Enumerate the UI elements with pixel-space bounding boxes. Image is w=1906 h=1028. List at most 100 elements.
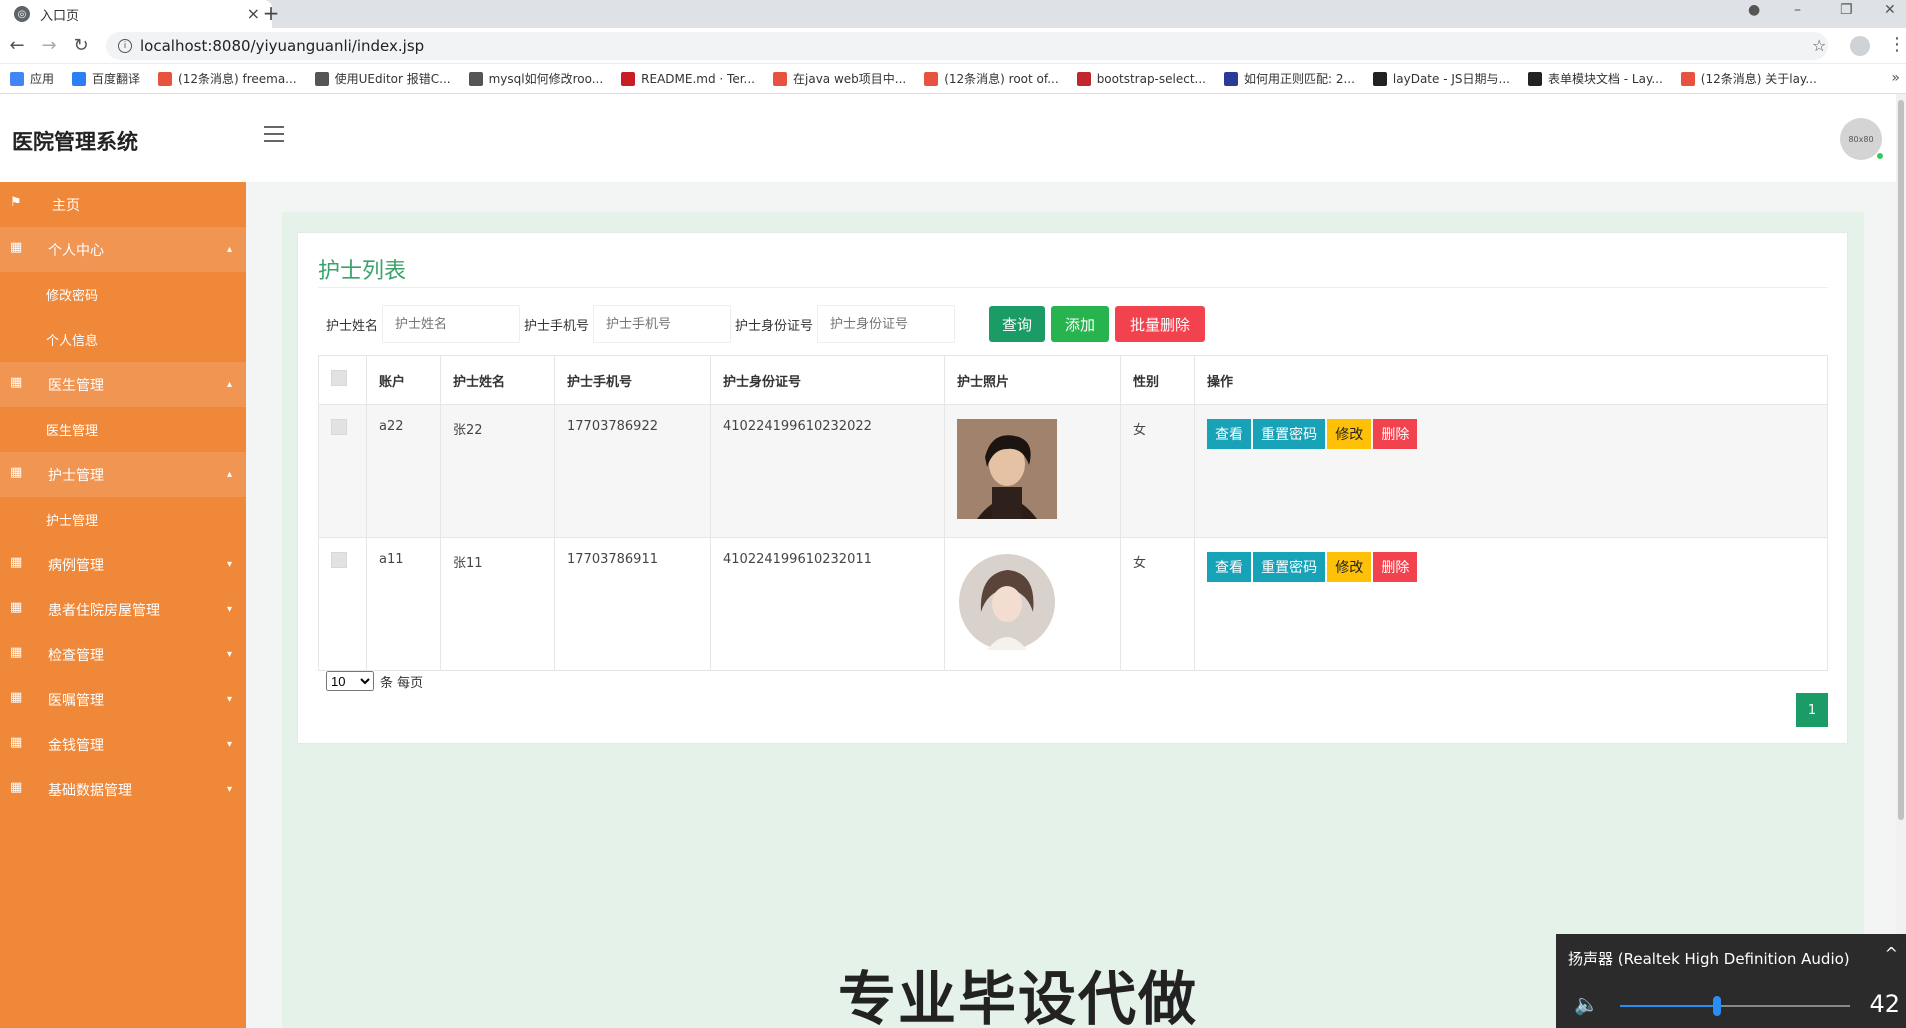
volume-slider-thumb[interactable] — [1712, 996, 1721, 1016]
delete-button[interactable]: 删除 — [1373, 419, 1418, 449]
row-checkbox[interactable] — [331, 419, 347, 435]
sidebar-item-label: 患者住院房屋管理 — [48, 602, 160, 619]
sidebar-item[interactable]: ⚑ 主页 — [0, 182, 246, 227]
sidebar-item[interactable]: 修改密码 — [0, 272, 246, 317]
page-scrollbar[interactable] — [1896, 94, 1906, 934]
sidebar-item[interactable]: ▦ 基础数据管理 ▾ — [0, 767, 246, 812]
bookmark-star-icon[interactable]: ☆ — [1812, 36, 1826, 55]
back-icon[interactable]: ← — [6, 35, 28, 56]
bookmark-item[interactable]: 表单模块文档 - Lay... — [1527, 70, 1663, 87]
sidebar-item[interactable]: ▦ 检查管理 ▾ — [0, 632, 246, 677]
bookmark-item[interactable]: (12条消息) freema... — [158, 70, 297, 87]
reload-icon[interactable]: ↻ — [70, 35, 92, 56]
bookmark-item[interactable]: bootstrap-select... — [1076, 71, 1206, 86]
chevron-down-icon: ▾ — [226, 649, 232, 660]
audio-device-name[interactable]: 扬声器 (Realtek High Definition Audio) — [1568, 948, 1850, 969]
sidebar-item[interactable]: ▦ 病例管理 ▾ — [0, 542, 246, 587]
gender-cell: 女 — [1120, 537, 1195, 671]
more-bookmarks-icon[interactable]: » — [1891, 70, 1900, 86]
page-size-select[interactable]: 10 — [326, 671, 374, 691]
row-checkbox[interactable] — [331, 552, 347, 568]
table-row: a22 张22 17703786922 410224199610232022 女… — [318, 404, 1828, 538]
volume-flyout: 扬声器 (Realtek High Definition Audio) ^ 🔈 … — [1556, 934, 1906, 1028]
query-button[interactable]: 查询 — [989, 306, 1046, 342]
nurse-list-card: 护士列表 护士姓名 护士手机号 护士身份证号 查询 添加 批量删除 账户 护士姓… — [297, 232, 1848, 744]
sidebar-item[interactable]: ▦ 医生管理 ▴ — [0, 362, 246, 407]
sidebar-item[interactable]: 医生管理 — [0, 407, 246, 452]
sidebar-item[interactable]: 护士管理 — [0, 497, 246, 542]
scrollbar-thumb[interactable] — [1898, 100, 1904, 820]
bookmark-item[interactable]: 使用UEditor 报错C... — [314, 70, 451, 87]
profile-icon[interactable] — [1850, 36, 1870, 56]
sidebar-item-label: 修改密码 — [46, 289, 99, 304]
page-size-suffix: 条 每页 — [380, 675, 424, 691]
url-field[interactable]: i localhost:8080/yiyuanguanli/index.jsp — [106, 32, 1828, 60]
bookmark-favicon-icon — [1076, 71, 1091, 86]
col-name: 护士姓名 — [440, 355, 555, 405]
sidebar-item[interactable]: ▦ 医嘱管理 ▾ — [0, 677, 246, 722]
hamburger-menu-icon[interactable] — [264, 126, 284, 142]
sidebar-item-label: 护士管理 — [48, 467, 104, 484]
table-header-row: 账户 护士姓名 护士手机号 护士身份证号 护士照片 性别 操作 — [318, 355, 1828, 405]
bookmark-item[interactable]: (12条消息) root of... — [924, 70, 1059, 87]
bookmark-item[interactable]: 在java web项目中... — [773, 70, 906, 87]
batch-delete-button[interactable]: 批量删除 — [1115, 306, 1206, 342]
app-brand: 医院管理系统 — [12, 130, 138, 154]
sidebar-item[interactable]: 个人信息 — [0, 317, 246, 362]
account-cell: a22 — [366, 404, 441, 538]
browser-tab[interactable]: ◎ 入口页 × — [0, 0, 272, 28]
tab-title: 入口页 — [40, 8, 80, 24]
reset-password-button[interactable]: 重置密码 — [1253, 419, 1326, 449]
phone-filter-input[interactable] — [593, 305, 732, 343]
window-close-icon[interactable]: ✕ — [1884, 2, 1896, 18]
volume-slider[interactable] — [1620, 996, 1850, 1016]
name-filter-label: 护士姓名 — [326, 318, 379, 334]
nurse-table: 账户 护士姓名 护士手机号 护士身份证号 护士照片 性别 操作 a22 张22 … — [318, 355, 1828, 671]
sidebar-item[interactable]: ▦ 患者住院房屋管理 ▾ — [0, 587, 246, 632]
id-filter-label: 护士身份证号 — [735, 318, 814, 334]
forward-icon[interactable]: → — [38, 35, 60, 56]
edit-button[interactable]: 修改 — [1327, 552, 1372, 582]
id-filter-input[interactable] — [817, 305, 956, 343]
restore-icon[interactable]: ❐ — [1840, 2, 1853, 18]
delete-button[interactable]: 删除 — [1373, 552, 1418, 582]
bookmark-item[interactable]: README.md · Ter... — [621, 71, 755, 86]
bookmark-item[interactable]: 如何用正则匹配: 2... — [1223, 70, 1355, 87]
bookmark-item[interactable]: 应用 — [10, 70, 54, 87]
page-size-control: 10 条 每页 — [326, 671, 423, 691]
view-button[interactable]: 查看 — [1207, 552, 1251, 582]
phone-cell: 17703786922 — [554, 404, 711, 538]
phone-cell: 17703786911 — [554, 537, 711, 671]
url-text: localhost:8080/yiyuanguanli/index.jsp — [140, 37, 425, 55]
chevron-up-icon[interactable]: ^ — [1885, 944, 1898, 963]
info-icon[interactable]: i — [118, 39, 132, 53]
bookmark-item[interactable]: 百度翻译 — [72, 70, 140, 87]
bookmark-item[interactable]: mysql如何修改roo... — [468, 70, 603, 87]
page-number-button[interactable]: 1 — [1796, 693, 1828, 727]
chevron-up-icon: ▴ — [226, 379, 232, 390]
add-button[interactable]: 添加 — [1051, 306, 1110, 342]
tab-search-icon[interactable]: ● — [1748, 2, 1760, 18]
name-filter-input[interactable] — [382, 305, 521, 343]
speaker-icon[interactable]: 🔈 — [1574, 992, 1599, 1016]
reset-password-button[interactable]: 重置密码 — [1253, 552, 1326, 582]
sidebar: ⚑ 主页 ▦ 个人中心 ▴ 修改密码 个人信息 ▦ 医生管理 ▴ 医生管理 ▦ 护士管理 ▴ 护士管理 ▦ 病例… — [0, 182, 246, 1028]
menu-icon[interactable]: ⋮ — [1888, 34, 1906, 55]
minimize-icon[interactable]: – — [1794, 2, 1801, 18]
sidebar-item[interactable]: ▦ 护士管理 ▴ — [0, 452, 246, 497]
sidebar-item-label: 基础数据管理 — [48, 782, 132, 799]
select-all-checkbox[interactable] — [331, 370, 347, 386]
bookmark-label: 表单模块文档 - Lay... — [1547, 72, 1663, 86]
apps-grid-icon — [10, 71, 24, 86]
bookmark-item[interactable]: (12条消息) 关于lay... — [1680, 70, 1817, 87]
sidebar-item[interactable]: ▦ 个人中心 ▴ — [0, 227, 246, 272]
gender-cell: 女 — [1120, 404, 1195, 538]
chevron-down-icon: ▾ — [226, 604, 232, 615]
edit-button[interactable]: 修改 — [1327, 419, 1372, 449]
new-tab-icon[interactable]: + — [258, 1, 284, 25]
bookmark-favicon-icon — [924, 71, 939, 86]
grid-icon: ▦ — [10, 240, 23, 255]
view-button[interactable]: 查看 — [1207, 419, 1251, 449]
sidebar-item[interactable]: ▦ 金钱管理 ▾ — [0, 722, 246, 767]
bookmark-item[interactable]: layDate - JS日期与... — [1372, 70, 1510, 87]
